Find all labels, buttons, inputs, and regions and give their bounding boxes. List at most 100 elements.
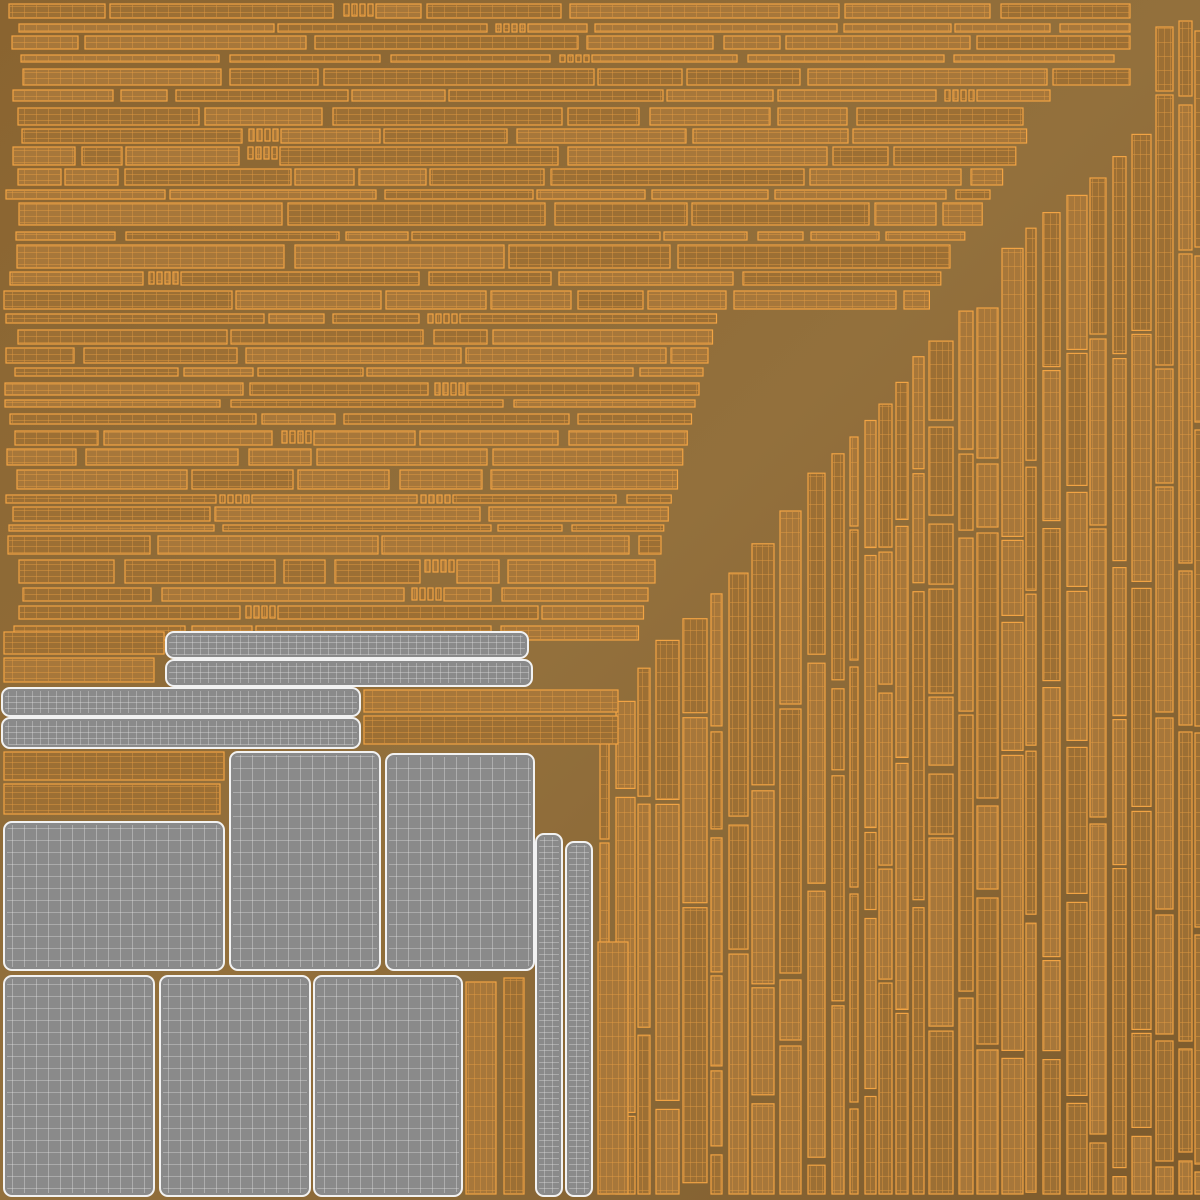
wood-strip-wireframe (552, 170, 803, 184)
wood-strip-wireframe (978, 465, 997, 526)
wood-strip-wireframe (730, 574, 747, 816)
wood-strip-wireframe (7, 349, 73, 362)
wood-strip-wireframe (1133, 589, 1150, 806)
wood-strip-wireframe (428, 5, 560, 17)
wood-strip-wireframe (7, 315, 263, 322)
wood-strip-wireframe (665, 233, 746, 239)
wood-strip-wireframe (5, 292, 231, 308)
wood-strip-wireframe (122, 91, 166, 100)
wood-strip-wireframe (453, 315, 456, 322)
wood-strip-wireframe (247, 607, 250, 617)
wood-strip-wireframe (946, 91, 949, 100)
wood-strip-wireframe (232, 401, 502, 406)
wood-strip-wireframe (5, 785, 219, 813)
wood-strip-wireframe (266, 130, 269, 140)
wood-strip-wireframe (930, 428, 952, 515)
wood-strip-wireframe (781, 1047, 800, 1193)
wood-strip-wireframe (492, 292, 570, 308)
wood-strip-wireframe (126, 561, 274, 582)
wood-strip-wireframe (421, 432, 557, 444)
wood-strip-wireframe (1002, 5, 1129, 17)
wood-strip-wireframe (17, 233, 114, 239)
wood-strip-wireframe (809, 70, 1046, 84)
wood-strip-wireframe (776, 191, 945, 198)
wood-strip-wireframe (1068, 1104, 1086, 1193)
wood-strip-wireframe (5, 659, 153, 681)
wood-strip-wireframe (401, 471, 481, 488)
wood-strip-wireframe (693, 204, 868, 224)
fabric-panel-wireframe (5, 721, 357, 745)
wood-strip-wireframe (735, 292, 895, 308)
wood-strip-wireframe (315, 432, 414, 444)
wood-strip-wireframe (255, 607, 258, 617)
wood-strip-wireframe (413, 233, 659, 239)
wood-strip-wireframe (247, 349, 460, 362)
wood-strip-wireframe (1068, 354, 1086, 485)
wood-strip-wireframe (377, 5, 420, 17)
wood-strip-wireframe (1003, 623, 1022, 750)
wood-strip-wireframe (588, 37, 712, 48)
wood-strip-wireframe (85, 349, 236, 362)
wood-strip-wireframe (684, 619, 706, 712)
wood-strip-wireframe (1091, 825, 1105, 1133)
wood-strip-wireframe (930, 775, 952, 834)
wood-strip-wireframe (712, 732, 721, 828)
wood-strip-wireframe (14, 508, 209, 520)
wood-strip-wireframe (1044, 688, 1059, 956)
wood-strip-wireframe (421, 589, 424, 599)
wood-strip-wireframe (1003, 756, 1022, 1050)
wood-strip-wireframe (291, 432, 294, 442)
wood-strip-wireframe (914, 357, 923, 468)
wood-strip-wireframe (730, 955, 747, 1193)
wood-strip-wireframe (83, 148, 121, 164)
wood-strip-wireframe (978, 309, 997, 457)
wood-strip-wireframe (87, 450, 237, 464)
wood-strip-wireframe (880, 405, 891, 547)
wood-strip-wireframe (1003, 1059, 1022, 1193)
wood-strip-wireframe (1061, 25, 1129, 31)
wood-strip-wireframe (1027, 595, 1035, 745)
fabric-panel-wireframe (169, 663, 529, 683)
fabric-panel-wireframe (233, 755, 377, 967)
wood-strip-wireframe (897, 1014, 907, 1193)
wood-strip-wireframe (14, 91, 112, 100)
wood-strip-wireframe (1196, 32, 1200, 246)
wood-strip-wireframe (289, 204, 544, 224)
wood-strip-wireframe (1027, 468, 1035, 590)
wood-strip-wireframe (960, 716, 972, 991)
wood-strip-wireframe (851, 531, 857, 659)
wood-strip-wireframe (880, 984, 891, 1193)
wood-strip-wireframe (23, 130, 241, 142)
fabric-panel-wireframe (169, 635, 525, 655)
wood-strip-wireframe (454, 496, 615, 502)
wood-strip-wireframe (521, 25, 524, 31)
wood-strip-wireframe (1157, 719, 1172, 908)
wood-strip-wireframe (431, 170, 543, 184)
wood-strip-wireframe (127, 148, 238, 164)
wood-strip-wireframe (1133, 135, 1150, 330)
wood-strip-wireframe (66, 170, 117, 184)
wood-strip-wireframe (1068, 748, 1086, 893)
wood-strip-wireframe (851, 668, 857, 886)
wood-strip-wireframe (221, 496, 224, 502)
wood-strip-wireframe (494, 331, 712, 343)
wood-strip-wireframe (158, 273, 161, 283)
wood-strip-wireframe (905, 292, 929, 308)
wood-strip-wireframe (505, 979, 523, 1193)
wood-strip-wireframe (1003, 249, 1022, 536)
wood-strip-wireframe (494, 450, 682, 464)
wood-strip-wireframe (651, 109, 769, 124)
wood-strip-wireframe (639, 1036, 649, 1193)
wood-strip-wireframe (383, 537, 628, 553)
wood-strip-wireframe (876, 204, 935, 224)
wood-strip-wireframe (22, 56, 218, 61)
wood-strip-wireframe (956, 25, 1049, 31)
wood-strip-wireframe (467, 349, 665, 362)
wood-strip-wireframe (9, 537, 149, 553)
wood-strip-wireframe (1044, 1060, 1059, 1193)
wood-strip-wireframe (19, 109, 198, 124)
wood-strip-wireframe (1180, 1050, 1191, 1151)
wood-strip-wireframe (450, 91, 662, 100)
wood-strip-wireframe (251, 384, 427, 394)
wood-strip-wireframe (1068, 493, 1086, 586)
